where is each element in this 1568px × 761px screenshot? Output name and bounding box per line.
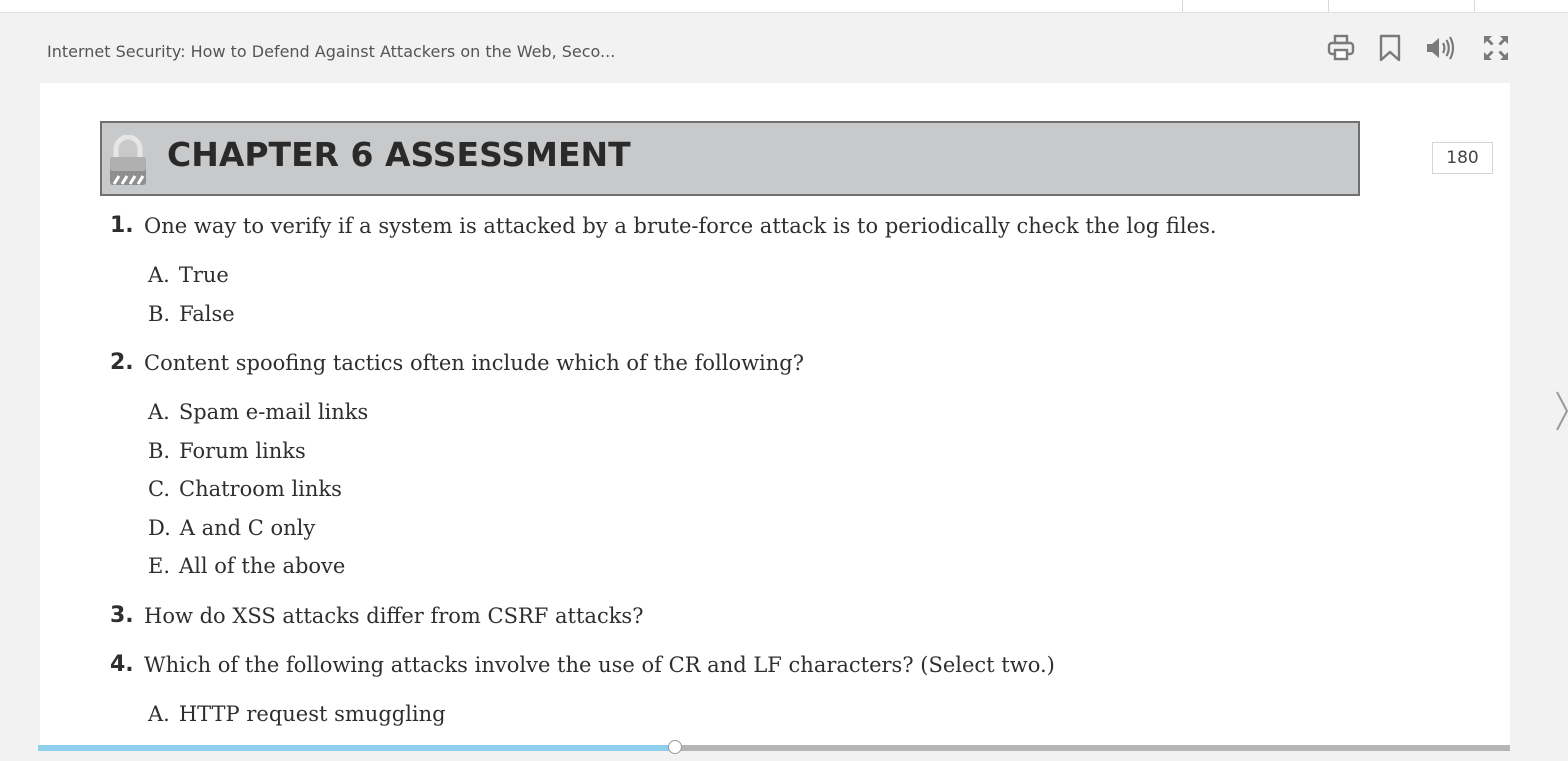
speaker-icon (1427, 36, 1455, 60)
answer-option: B. False (148, 302, 235, 326)
option-letter: A. (148, 263, 170, 287)
question-number: 3. (110, 603, 134, 628)
answer-option: B. Forum links (148, 439, 306, 463)
next-page-button[interactable] (1555, 390, 1568, 432)
option-letter: E. (148, 554, 171, 578)
lock-icon (110, 135, 146, 185)
book-page: CHAPTER 6 ASSESSMENT 180 1. One way to v… (40, 83, 1510, 745)
fullscreen-icon (1484, 36, 1508, 60)
option-text: False (179, 302, 235, 326)
print-button[interactable] (1323, 30, 1359, 66)
top-strip (0, 0, 1568, 13)
option-text: Forum links (179, 439, 306, 463)
bookmark-button[interactable] (1372, 30, 1408, 66)
top-strip-divider (1182, 0, 1183, 12)
print-icon (1327, 34, 1355, 61)
fullscreen-button[interactable] (1478, 30, 1514, 66)
question-number: 2. (110, 350, 134, 375)
question-number: 4. (110, 652, 134, 677)
bookmark-icon (1379, 34, 1401, 62)
chevron-right-icon (1556, 391, 1568, 431)
answer-option: A. HTTP request smuggling (148, 702, 446, 726)
answer-option: D. A and C only (148, 516, 315, 540)
audio-button[interactable] (1422, 30, 1458, 66)
answer-option: E. All of the above (148, 554, 345, 578)
answer-option: A. True (148, 263, 229, 287)
option-text: All of the above (179, 554, 346, 578)
top-strip-divider (1328, 0, 1329, 12)
top-strip-divider (1474, 0, 1475, 12)
chapter-title: CHAPTER 6 ASSESSMENT (167, 135, 631, 174)
question-text: Content spoofing tactics often include w… (144, 351, 805, 375)
option-text: HTTP request smuggling (178, 702, 446, 726)
answer-option: A. Spam e-mail links (148, 400, 368, 424)
reader-toolbar (0, 30, 1568, 66)
reading-progress-handle[interactable] (668, 740, 682, 754)
question-text: One way to verify if a system is attacke… (144, 214, 1217, 238)
option-letter: C. (148, 477, 170, 501)
option-letter: B. (148, 302, 171, 326)
chapter-banner: CHAPTER 6 ASSESSMENT (100, 121, 1360, 196)
question-text: Which of the following attacks involve t… (144, 653, 1055, 677)
reading-progress-fill (38, 745, 675, 751)
question-text: How do XSS attacks differ from CSRF atta… (144, 604, 644, 628)
option-text: True (178, 263, 229, 287)
page-number: 180 (1432, 142, 1493, 174)
reading-progress-bar[interactable] (38, 740, 1510, 754)
option-letter: B. (148, 439, 171, 463)
option-letter: A. (148, 702, 170, 726)
option-letter: A. (148, 400, 170, 424)
option-text: Chatroom links (179, 477, 342, 501)
question-number: 1. (110, 213, 134, 238)
option-text: Spam e-mail links (178, 400, 369, 424)
option-text: A and C only (179, 516, 316, 540)
option-letter: D. (148, 516, 171, 540)
answer-option: C. Chatroom links (148, 477, 342, 501)
